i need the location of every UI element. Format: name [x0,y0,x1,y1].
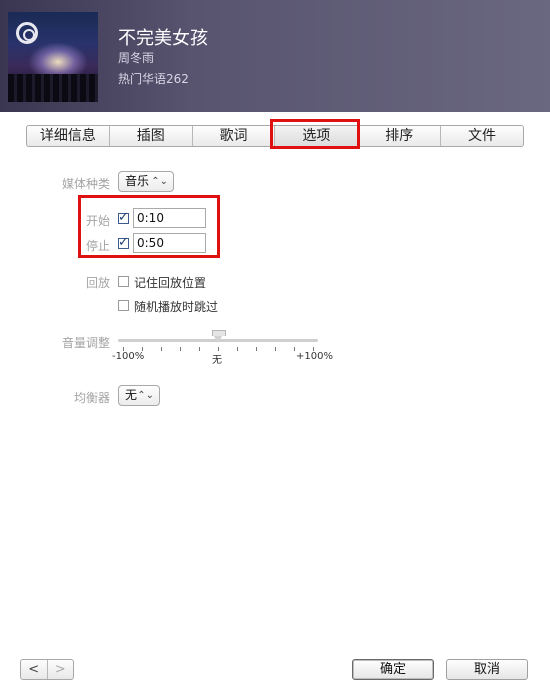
skip-shuffle-checkbox[interactable] [118,300,129,311]
tab-sorting[interactable]: 排序 [358,126,442,146]
tab-options[interactable]: 选项 [275,126,359,146]
song-artist: 周冬雨 [118,51,155,65]
tab-details[interactable]: 详细信息 [27,126,110,146]
remember-position-checkbox[interactable] [118,276,129,287]
volume-tick [199,347,200,351]
song-album: 热门华语262 [118,72,189,86]
volume-tick [237,347,238,351]
volume-mid-label: 无 [212,355,222,366]
stop-checkbox[interactable] [118,235,129,250]
chevron-left-icon[interactable]: < [21,660,48,679]
artwork-crowd [8,74,98,102]
tab-lyrics[interactable]: 歌词 [193,126,276,146]
chevron-right-icon[interactable]: > [48,660,74,679]
cancel-button[interactable]: 取消 [446,659,528,680]
volume-tick [294,347,295,351]
volume-max-label: +100% [296,351,333,362]
tab-bar: 详细信息 插图 歌词 选项 排序 文件 [26,125,524,147]
prev-next-group: < > [20,659,74,680]
song-title: 不完美女孩 [118,28,208,49]
stop-label: 停止 [85,239,110,253]
volume-tick [180,347,181,351]
volume-tick [256,347,257,351]
tab-file[interactable]: 文件 [441,126,523,146]
equalizer-select[interactable]: 无 ⌃⌄ [118,385,160,406]
skip-shuffle-label[interactable]: 随机播放时跳过 [134,298,218,315]
playback-label: 回放 [85,276,110,290]
media-kind-value: 音乐 [125,174,150,188]
ok-button[interactable]: 确定 [352,659,434,680]
volume-slider-knob[interactable] [212,330,226,343]
media-kind-label: 媒体种类 [61,177,110,191]
select-arrows-icon: ⌃⌄ [151,176,168,187]
album-artwork[interactable] [8,12,98,102]
volume-label: 音量调整 [61,336,110,350]
remember-position-label[interactable]: 记住回放位置 [134,274,206,291]
artwork-logo-icon [16,22,38,44]
start-checkbox[interactable] [118,210,129,225]
volume-tick [161,347,162,351]
equalizer-label: 均衡器 [73,391,110,405]
song-header: 不完美女孩 周冬雨 热门华语262 [0,0,550,112]
start-label: 开始 [85,214,110,228]
equalizer-value: 无 [125,388,138,402]
start-time-input[interactable]: 0:10 [133,208,206,228]
tab-artwork[interactable]: 插图 [110,126,193,146]
volume-tick [275,347,276,351]
volume-min-label: -100% [112,351,145,362]
select-arrows-icon: ⌃⌄ [137,390,154,401]
stop-time-input[interactable]: 0:50 [133,233,206,253]
media-kind-select[interactable]: 音乐 ⌃⌄ [118,171,174,192]
